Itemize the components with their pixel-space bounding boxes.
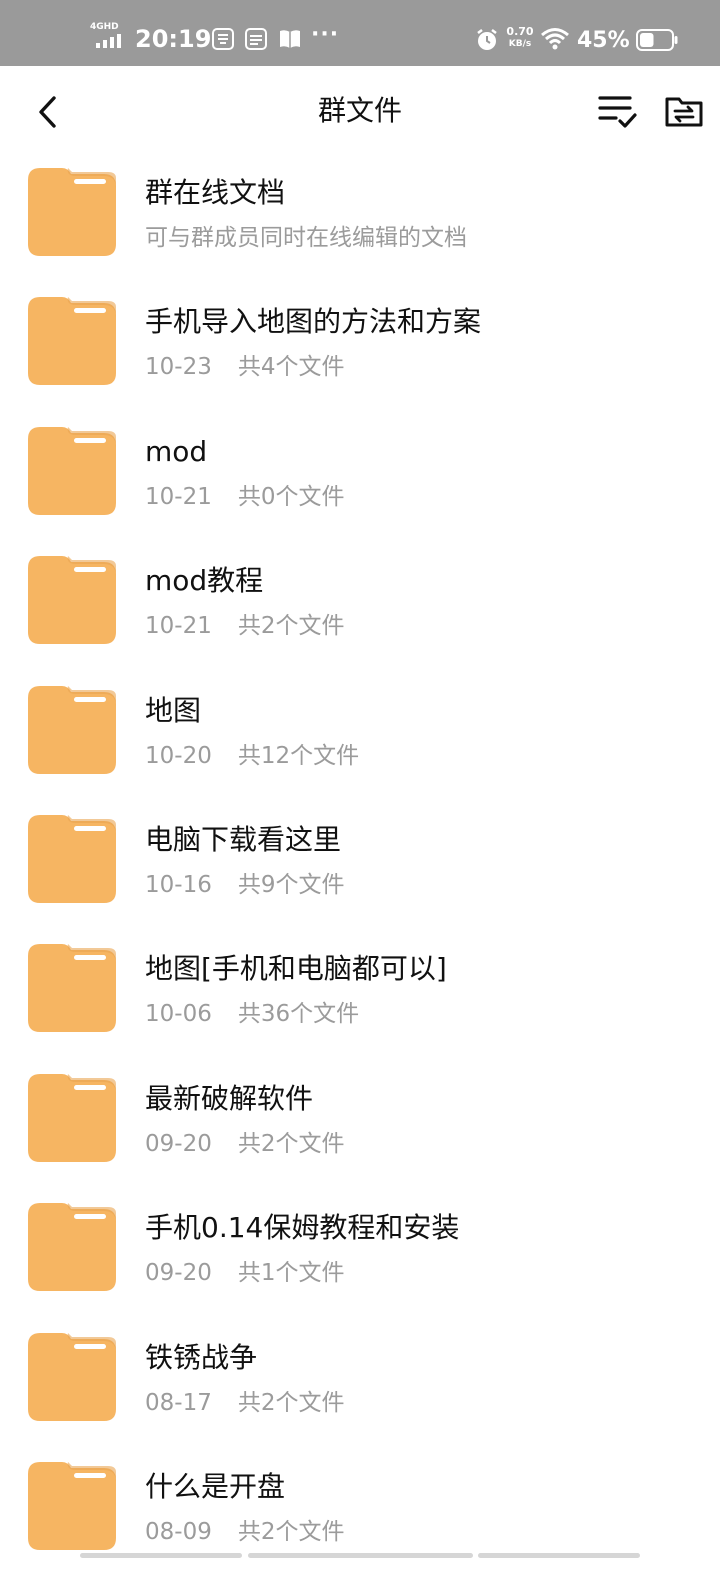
folder-name: 群在线文档 bbox=[145, 176, 286, 209]
folder-item[interactable]: 最新破解软件 09-20 共2个文件 bbox=[0, 1073, 720, 1203]
folder-item[interactable]: mod 10-21 共0个文件 bbox=[0, 426, 720, 556]
folder-meta: 10-21 共2个文件 bbox=[145, 610, 344, 642]
folder-file-count: 共4个文件 bbox=[237, 354, 345, 381]
folder-icon bbox=[28, 1461, 116, 1550]
folder-file-count: 共2个文件 bbox=[237, 1389, 345, 1416]
folder-description: 可与群成员同时在线编辑的文档 bbox=[145, 222, 467, 254]
list-check-icon bbox=[598, 96, 637, 128]
folder-icon bbox=[28, 685, 116, 774]
alarm-icon bbox=[475, 28, 499, 52]
taobao-notification-icon bbox=[212, 28, 234, 50]
folder-file-count: 共12个文件 bbox=[237, 742, 360, 769]
bottom-scroll-indicator bbox=[478, 1553, 640, 1558]
status-bar: 4GHD 20:19 ··· 0.70 KB/s 45% bbox=[0, 0, 720, 66]
notes-notification-icon bbox=[245, 28, 267, 50]
folder-name: 手机导入地图的方法和方案 bbox=[145, 305, 482, 339]
network-speed: 0.70 KB/s bbox=[502, 26, 538, 50]
folder-name: 最新破解软件 bbox=[145, 1081, 314, 1115]
folder-meta: 09-20 共2个文件 bbox=[145, 1128, 344, 1160]
folder-icon bbox=[28, 814, 116, 903]
folder-icon bbox=[28, 1203, 116, 1292]
folder-icon bbox=[28, 556, 116, 645]
folder-name: 铁锈战争 bbox=[145, 1340, 258, 1374]
folder-file-count: 共2个文件 bbox=[237, 1518, 345, 1545]
status-time: 20:19 bbox=[135, 25, 212, 53]
folder-name: 电脑下载看这里 bbox=[145, 822, 342, 856]
folder-file-count: 共0个文件 bbox=[237, 483, 345, 510]
folder-meta: 10-23 共4个文件 bbox=[145, 351, 344, 383]
cellular-signal-icon: 4GHD bbox=[90, 22, 130, 52]
book-notification-icon bbox=[278, 28, 300, 50]
folder-date: 10-20 bbox=[145, 742, 212, 769]
folder-manage-button[interactable] bbox=[664, 94, 704, 130]
folder-date: 08-09 bbox=[145, 1518, 212, 1545]
folder-file-count: 共2个文件 bbox=[237, 613, 345, 640]
folder-date: 08-17 bbox=[145, 1389, 212, 1416]
folder-name: mod教程 bbox=[145, 564, 264, 598]
battery-percent: 45% bbox=[577, 28, 630, 53]
folder-item[interactable]: mod教程 10-21 共2个文件 bbox=[0, 556, 720, 685]
network-type: 4GHD bbox=[90, 22, 119, 32]
folder-date: 10-23 bbox=[145, 354, 212, 381]
folder-file-count: 共9个文件 bbox=[237, 871, 345, 898]
folder-meta: 08-09 共2个文件 bbox=[145, 1516, 344, 1548]
folder-item[interactable]: 电脑下载看这里 10-16 共9个文件 bbox=[0, 814, 720, 944]
folder-file-count: 共1个文件 bbox=[237, 1260, 345, 1287]
folder-name: 手机0.14保姆教程和安装 bbox=[145, 1211, 460, 1245]
bottom-scroll-indicator bbox=[80, 1553, 242, 1558]
wifi-icon bbox=[540, 27, 570, 51]
folder-meta: 09-20 共1个文件 bbox=[145, 1257, 344, 1289]
folder-item[interactable]: 地图[手机和电脑都可以] 10-06 共36个文件 bbox=[0, 944, 720, 1073]
folder-date: 10-16 bbox=[145, 871, 212, 898]
folder-name: 什么是开盘 bbox=[145, 1469, 286, 1503]
folder-item[interactable]: 手机0.14保姆教程和安装 09-20 共1个文件 bbox=[0, 1203, 720, 1332]
folder-meta: 10-16 共9个文件 bbox=[145, 869, 344, 901]
folder-name: mod bbox=[145, 434, 208, 468]
folder-meta: 08-17 共2个文件 bbox=[145, 1387, 344, 1419]
header: 群文件 bbox=[0, 66, 720, 156]
more-notifications-icon: ··· bbox=[311, 22, 340, 47]
bottom-scroll-indicator bbox=[248, 1553, 473, 1558]
folder-item-online-docs[interactable]: 群在线文档 可与群成员同时在线编辑的文档 bbox=[0, 168, 720, 297]
folder-date: 09-20 bbox=[145, 1260, 212, 1287]
multi-select-button[interactable] bbox=[598, 94, 638, 130]
folder-file-count: 共2个文件 bbox=[237, 1130, 345, 1157]
folder-name: 地图 bbox=[145, 693, 202, 727]
folder-date: 09-20 bbox=[145, 1130, 212, 1157]
folder-transfer-icon bbox=[665, 97, 703, 127]
folder-date: 10-21 bbox=[145, 483, 212, 510]
folder-name: 地图[手机和电脑都可以] bbox=[145, 952, 447, 986]
network-speed-value: 0.70 bbox=[506, 25, 534, 38]
folder-file-count: 共36个文件 bbox=[237, 1001, 360, 1028]
folder-meta: 10-21 共0个文件 bbox=[145, 481, 344, 513]
folder-meta: 10-06 共36个文件 bbox=[145, 998, 359, 1030]
folder-item[interactable]: 地图 10-20 共12个文件 bbox=[0, 685, 720, 815]
folder-meta: 10-20 共12个文件 bbox=[145, 740, 359, 772]
folder-icon bbox=[28, 426, 116, 515]
folder-icon bbox=[28, 1073, 116, 1162]
folder-icon bbox=[28, 1332, 116, 1421]
folder-icon bbox=[28, 297, 116, 386]
network-speed-unit: KB/s bbox=[508, 39, 532, 49]
group-file-list: 群在线文档 可与群成员同时在线编辑的文档 手机导入地图的方法和方案 10-23 共… bbox=[0, 168, 720, 1591]
folder-item[interactable]: 手机导入地图的方法和方案 10-23 共4个文件 bbox=[0, 297, 720, 426]
folder-date: 10-06 bbox=[145, 1001, 212, 1028]
folder-item[interactable]: 铁锈战争 08-17 共2个文件 bbox=[0, 1332, 720, 1462]
folder-date: 10-21 bbox=[145, 613, 212, 640]
battery-icon bbox=[636, 29, 678, 51]
folder-date: 可与群成员同时在线编辑的文档 bbox=[145, 225, 467, 251]
folder-icon bbox=[28, 944, 116, 1033]
folder-icon bbox=[28, 168, 116, 256]
folder-item[interactable]: 什么是开盘 08-09 共2个文件 bbox=[0, 1461, 720, 1591]
